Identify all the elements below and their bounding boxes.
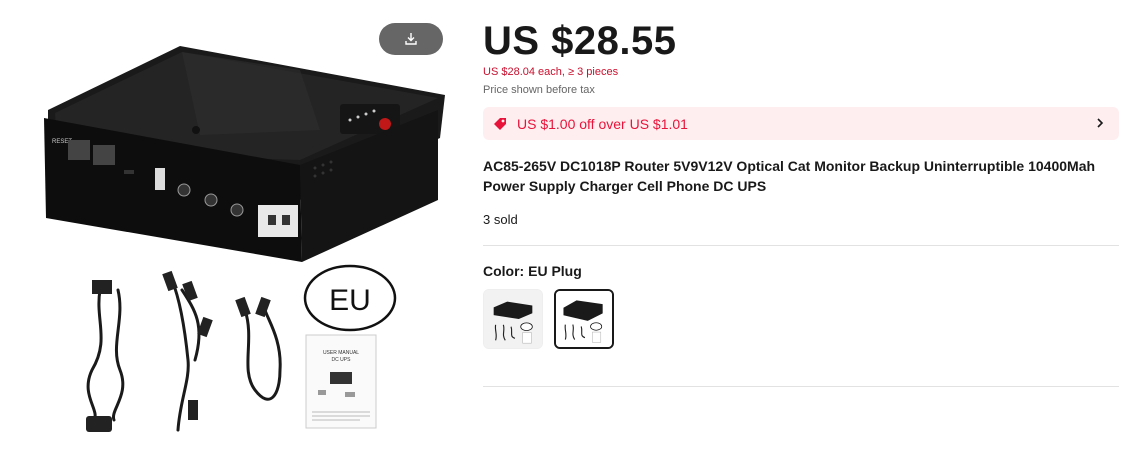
download-icon: [405, 33, 417, 45]
color-option-selected[interactable]: [554, 289, 614, 349]
color-swatches: [483, 289, 625, 349]
divider: [483, 245, 1119, 246]
color-value: EU Plug: [528, 263, 582, 279]
color-label: Color: EU Plug: [483, 263, 582, 279]
product-title: AC85-265V DC1018P Router 5V9V12V Optical…: [483, 158, 1096, 194]
product-image-area: RESET EU USER MANUAL DC UPS: [0, 0, 470, 458]
color-option-thumbnail: [556, 291, 612, 347]
manual-subtitle: DC UPS: [332, 357, 352, 363]
download-image-button[interactable]: [379, 23, 443, 55]
color-option-thumbnail: [484, 290, 542, 348]
tax-note: Price shown before tax: [483, 84, 595, 96]
color-option[interactable]: [483, 289, 543, 349]
eu-badge-text: EU: [329, 284, 371, 317]
color-label-prefix: Color:: [483, 263, 529, 279]
sold-count: 3 sold: [483, 212, 518, 227]
chevron-right-icon: [1097, 118, 1104, 128]
divider: [483, 386, 1119, 387]
manual-title: USER MANUAL: [323, 350, 359, 356]
product-photo: RESET EU USER MANUAL DC UPS: [44, 46, 445, 432]
tag-icon: [491, 115, 509, 133]
price: US $28.55: [483, 19, 677, 63]
coupon-banner[interactable]: US $1.00 off over US $1.01: [483, 107, 1119, 140]
coupon-text: US $1.00 off over US $1.01: [517, 115, 688, 132]
bulk-price: US $28.04 each, ≥ 3 pieces: [483, 66, 619, 78]
